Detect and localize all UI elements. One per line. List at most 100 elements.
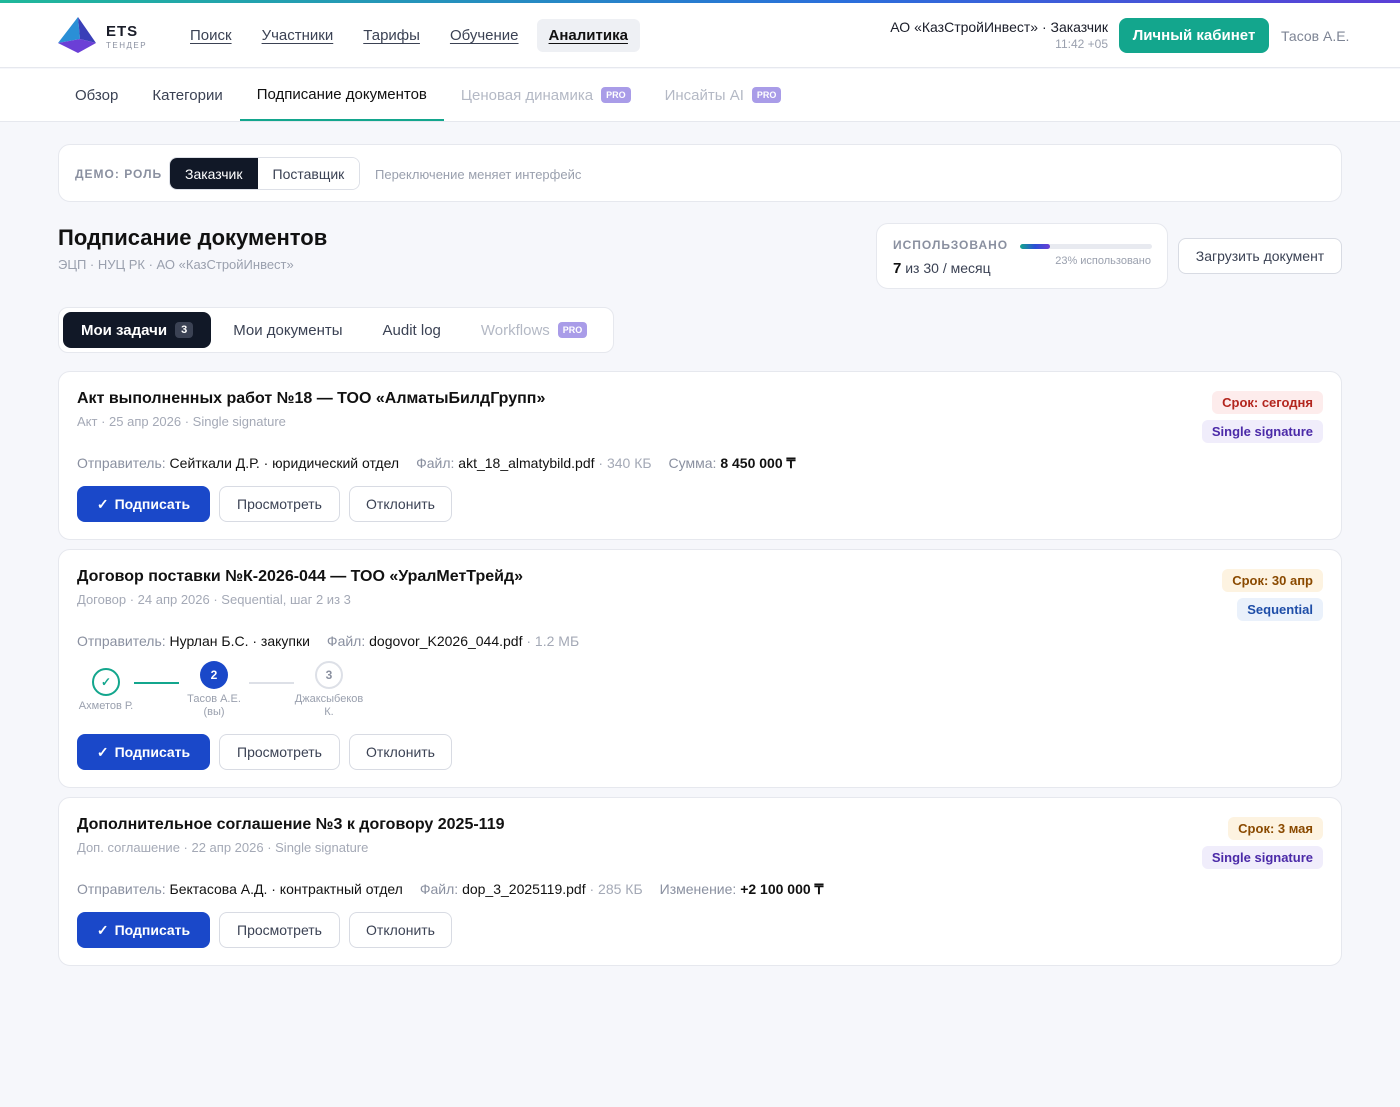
change-field: Изменение: +2 100 000 ₸ [660, 881, 824, 898]
file-name[interactable]: dogovor_K2026_044.pdf [369, 633, 522, 649]
sender-label: Отправитель: [77, 881, 166, 897]
sign-button[interactable]: ✓ Подписать [77, 486, 210, 522]
usage-value: 7 из 30 / месяц [893, 260, 991, 277]
usage-limit: из 30 / месяц [905, 260, 991, 276]
sender-field: Отправитель: Сейткали Д.Р. · юридический… [77, 455, 399, 472]
user-name[interactable]: Тасов А.Е. [1281, 28, 1349, 44]
reject-button[interactable]: Отклонить [349, 912, 452, 948]
subtab-overview[interactable]: Обзор [58, 69, 135, 121]
view-button[interactable]: Просмотреть [219, 734, 340, 770]
sender-field: Отправитель: Нурлан Б.С. · закупки [77, 633, 310, 649]
file-label: Файл: [326, 633, 366, 649]
personal-cabinet-button[interactable]: Личный кабинет [1119, 18, 1269, 53]
pro-badge: PRO [601, 87, 631, 103]
step-label: Тасов А.Е. (вы) [187, 693, 241, 718]
logo-subtext: ТЕНДЕР [106, 41, 148, 50]
subtab-label: Ценовая динамика [460, 86, 594, 104]
document-title[interactable]: Дополнительное соглашение №3 к договору … [77, 816, 505, 834]
sender-value: Бектасова А.Д. · контрактный отдел [169, 881, 403, 897]
document-meta: Доп. соглашение · 22 апр 2026 · Single s… [77, 840, 369, 855]
upload-document-button[interactable]: Загрузить документ [1178, 238, 1342, 274]
document-title[interactable]: Акт выполненных работ №18 — ТОО «АлматыБ… [77, 390, 545, 408]
role-customer-button[interactable]: Заказчик [170, 158, 258, 189]
tab-label: Workflows [480, 321, 550, 339]
document-meta: Договор · 24 апр 2026 · Sequential, шаг … [77, 592, 351, 607]
sender-value: Нурлан Б.С. · закупки [169, 633, 310, 649]
file-size: · 1.2 МБ [526, 633, 580, 649]
tab-audit-log[interactable]: Audit log [365, 312, 459, 348]
flow-badge: Single signature [1201, 846, 1323, 869]
sign-label: Подписать [114, 496, 191, 512]
file-name[interactable]: dop_3_2025119.pdf [462, 881, 586, 897]
flow-badge: Sequential [1237, 598, 1323, 621]
role-supplier-button[interactable]: Поставщик [257, 158, 360, 189]
page-title: Подписание документов [58, 225, 328, 250]
sign-button[interactable]: ✓ Подписать [77, 734, 210, 770]
file-name[interactable]: akt_18_almatybild.pdf [458, 455, 594, 471]
subtab-document-signing[interactable]: Подписание документов [239, 69, 444, 121]
usage-percent: 23% использовано [1055, 255, 1151, 267]
reject-button[interactable]: Отклонить [349, 486, 452, 522]
document-card: Дополнительное соглашение №3 к договору … [58, 797, 1342, 966]
flow-badge: Single signature [1201, 420, 1323, 443]
demo-role-card: ДЕМО: РОЛЬ Заказчик Поставщик Переключен… [58, 144, 1342, 202]
demo-role-label: ДЕМО: РОЛЬ [75, 167, 163, 181]
header: ETS ТЕНДЕР Поиск Участники Тарифы Обучен… [0, 3, 1400, 68]
document-card: Акт выполненных работ №18 — ТОО «АлматыБ… [58, 371, 1342, 540]
step-current: 2 Тасов А.Е. (вы) [179, 661, 249, 719]
task-tabs: Мои задачи 3 Мои документы Audit log Work… [58, 307, 614, 353]
due-badge: Срок: 3 мая [1228, 817, 1323, 840]
sign-button[interactable]: ✓ Подписать [77, 912, 210, 948]
nav-tariffs[interactable]: Тарифы [351, 19, 432, 52]
subtab-categories[interactable]: Категории [135, 69, 239, 121]
document-card: Договор поставки №К-2026-044 — ТОО «Урал… [58, 549, 1342, 788]
nav-learning[interactable]: Обучение [438, 19, 531, 52]
subtab-price-dynamics[interactable]: Ценовая динамика PRO [444, 69, 648, 121]
subtab-ai-insights[interactable]: Инсайты AI PRO [648, 69, 799, 121]
document-title[interactable]: Договор поставки №К-2026-044 — ТОО «Урал… [77, 568, 523, 586]
file-field: Файл: akt_18_almatybild.pdf · 340 КБ [416, 455, 651, 472]
usage-card: ИСПОЛЬЗОВАНО 7 из 30 / месяц 23% использ… [876, 223, 1168, 289]
subtab-label: Обзор [75, 86, 119, 104]
file-field: Файл: dop_3_2025119.pdf · 285 КБ [420, 881, 643, 898]
view-button[interactable]: Просмотреть [219, 912, 340, 948]
step-pending: 3 Джаксыбеков К. [294, 661, 364, 719]
company-info: АО «КазСтройИнвест» · Заказчик 11:42 +05 [890, 19, 1108, 51]
subtab-label: Категории [152, 86, 223, 104]
nav-analytics[interactable]: Аналитика [536, 19, 640, 52]
file-size: · 285 КБ [589, 881, 643, 897]
step-number: 3 [315, 661, 343, 689]
tab-workflows[interactable]: Workflows PRO [463, 312, 605, 348]
tab-label: Мои задачи [81, 321, 168, 339]
file-size: · 340 КБ [598, 455, 652, 471]
due-badge: Срок: 30 апр [1222, 569, 1323, 592]
view-button[interactable]: Просмотреть [219, 486, 340, 522]
task-count-badge: 3 [175, 322, 194, 338]
reject-button[interactable]: Отклонить [349, 734, 452, 770]
document-meta: Акт · 25 апр 2026 · Single signature [77, 414, 286, 429]
usage-progress-fill [1020, 244, 1051, 249]
company-time: 11:42 +05 [1055, 37, 1108, 51]
document-actions: ✓ Подписать Просмотреть Отклонить [77, 486, 452, 522]
usage-progress-bar [1020, 244, 1152, 249]
signing-steps: ✓ Ахметов Р. 2 Тасов А.Е. (вы) 3 Джаксыб… [77, 661, 397, 721]
file-label: Файл: [416, 455, 455, 471]
document-info: Отправитель: Сейткали Д.Р. · юридический… [77, 455, 795, 472]
role-switch: Заказчик Поставщик [169, 157, 361, 190]
amount-field: Сумма: 8 450 000 ₸ [669, 455, 796, 472]
document-actions: ✓ Подписать Просмотреть Отклонить [77, 912, 452, 948]
subtab-label: Подписание документов [256, 85, 427, 103]
logo[interactable]: ETS ТЕНДЕР [58, 17, 158, 55]
sign-label: Подписать [114, 922, 191, 938]
document-info: Отправитель: Бектасова А.Д. · контрактны… [77, 881, 823, 898]
tab-my-documents[interactable]: Мои документы [215, 312, 360, 348]
sign-label: Подписать [114, 744, 191, 760]
nav-participants[interactable]: Участники [250, 19, 346, 52]
step-label: Джаксыбеков К. [294, 693, 364, 718]
subtab-label: Инсайты AI [664, 86, 744, 104]
tab-my-tasks[interactable]: Мои задачи 3 [63, 312, 212, 348]
sender-label: Отправитель: [77, 455, 166, 471]
nav-search[interactable]: Поиск [178, 19, 244, 52]
role-hint: Переключение меняет интерфейс [375, 167, 582, 182]
step-label: Ахметов Р. [78, 700, 134, 712]
